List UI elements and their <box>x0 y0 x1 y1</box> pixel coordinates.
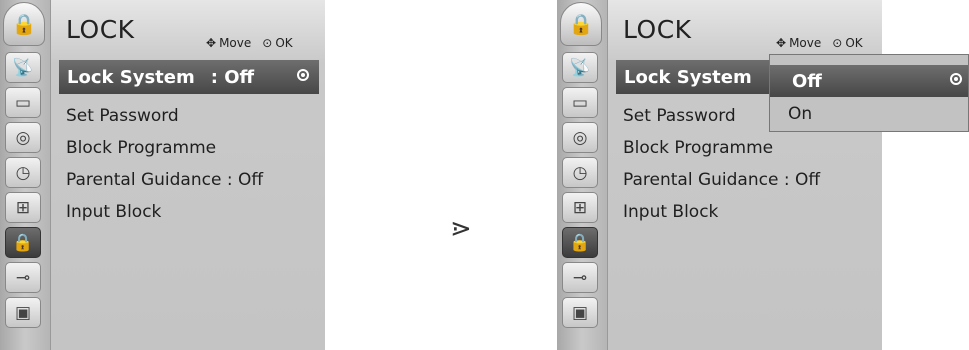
menu-content: LOCK ✥ Move ⊙ OK Lock System : Off Set P… <box>50 0 325 350</box>
monitor-icon[interactable]: ▭ <box>562 87 598 118</box>
menu-item-set-password[interactable]: Set Password <box>623 106 736 126</box>
photo-icon[interactable]: ▣ <box>562 297 598 328</box>
menu-item-block-programme[interactable]: Block Programme <box>66 138 216 158</box>
menu-item-input-block[interactable]: Input Block <box>66 202 161 222</box>
option-icon[interactable]: ⊞ <box>562 192 598 223</box>
menu-item-label: Lock System <box>624 66 752 88</box>
ok-button-icon: ⊙ <box>262 36 273 50</box>
move-arrows-icon: ✥ <box>206 36 217 50</box>
menu-item-block-programme[interactable]: Block Programme <box>623 138 773 158</box>
satellite-dish-icon[interactable]: 📡 <box>562 52 598 83</box>
menu-content: LOCK ✥ Move ⊙ OK Lock System Set Passwor… <box>607 0 882 350</box>
monitor-icon[interactable]: ▭ <box>5 87 41 118</box>
menu-item-lock-system[interactable]: Lock System : Off <box>59 60 319 94</box>
lock-menu-icon: 🔒 <box>560 2 602 46</box>
lock-icon[interactable]: 🔒 <box>562 227 598 258</box>
next-step-arrow: ⋗ <box>450 214 472 244</box>
speaker-icon[interactable]: ◎ <box>562 122 598 153</box>
satellite-dish-icon[interactable]: 📡 <box>5 52 41 83</box>
radio-selected-icon <box>297 69 309 81</box>
menu-item-value: : Off <box>210 66 255 88</box>
navigation-hint: ✥ Move ⊙ OK <box>776 36 863 50</box>
ok-button-icon: ⊙ <box>832 36 843 50</box>
clock-icon[interactable]: ◷ <box>5 157 41 188</box>
lock-menu-panel-right: 🔒 📡 ▭ ◎ ◷ ⊞ 🔒 ⊸ ▣ LOCK ✥ Move ⊙ OK Lock … <box>557 0 882 350</box>
lock-system-dropdown: Off On <box>769 54 969 132</box>
lock-menu-icon: 🔒 <box>3 2 45 46</box>
dropdown-option-off[interactable]: Off <box>770 65 968 97</box>
clock-icon[interactable]: ◷ <box>562 157 598 188</box>
lock-menu-panel-left: 🔒 📡 ▭ ◎ ◷ ⊞ 🔒 ⊸ ▣ LOCK ✥ Move ⊙ OK Lock … <box>0 0 325 350</box>
hint-ok-label: OK <box>275 36 293 50</box>
lock-icon[interactable]: 🔒 <box>5 227 41 258</box>
option-icon[interactable]: ⊞ <box>5 192 41 223</box>
menu-item-input-block[interactable]: Input Block <box>623 202 718 222</box>
photo-icon[interactable]: ▣ <box>5 297 41 328</box>
radio-selected-icon <box>950 73 962 85</box>
dropdown-option-on[interactable]: On <box>788 104 812 124</box>
sidebar: 🔒 📡 ▭ ◎ ◷ ⊞ 🔒 ⊸ ▣ <box>557 0 607 350</box>
menu-title: LOCK <box>623 15 692 44</box>
speaker-icon[interactable]: ◎ <box>5 122 41 153</box>
hint-ok-label: OK <box>845 36 863 50</box>
menu-item-label: Lock System <box>67 66 195 88</box>
sidebar: 🔒 📡 ▭ ◎ ◷ ⊞ 🔒 ⊸ ▣ <box>0 0 50 350</box>
menu-item-parental-guidance[interactable]: Parental Guidance : Off <box>623 170 820 190</box>
dropdown-option-label: Off <box>792 70 822 92</box>
hint-move-label: Move <box>789 36 822 50</box>
menu-title: LOCK <box>66 15 135 44</box>
menu-item-parental-guidance[interactable]: Parental Guidance : Off <box>66 170 263 190</box>
hint-move-label: Move <box>219 36 252 50</box>
menu-item-set-password[interactable]: Set Password <box>66 106 179 126</box>
navigation-hint: ✥ Move ⊙ OK <box>206 36 293 50</box>
move-arrows-icon: ✥ <box>776 36 787 50</box>
input-plug-icon[interactable]: ⊸ <box>562 262 598 293</box>
input-plug-icon[interactable]: ⊸ <box>5 262 41 293</box>
